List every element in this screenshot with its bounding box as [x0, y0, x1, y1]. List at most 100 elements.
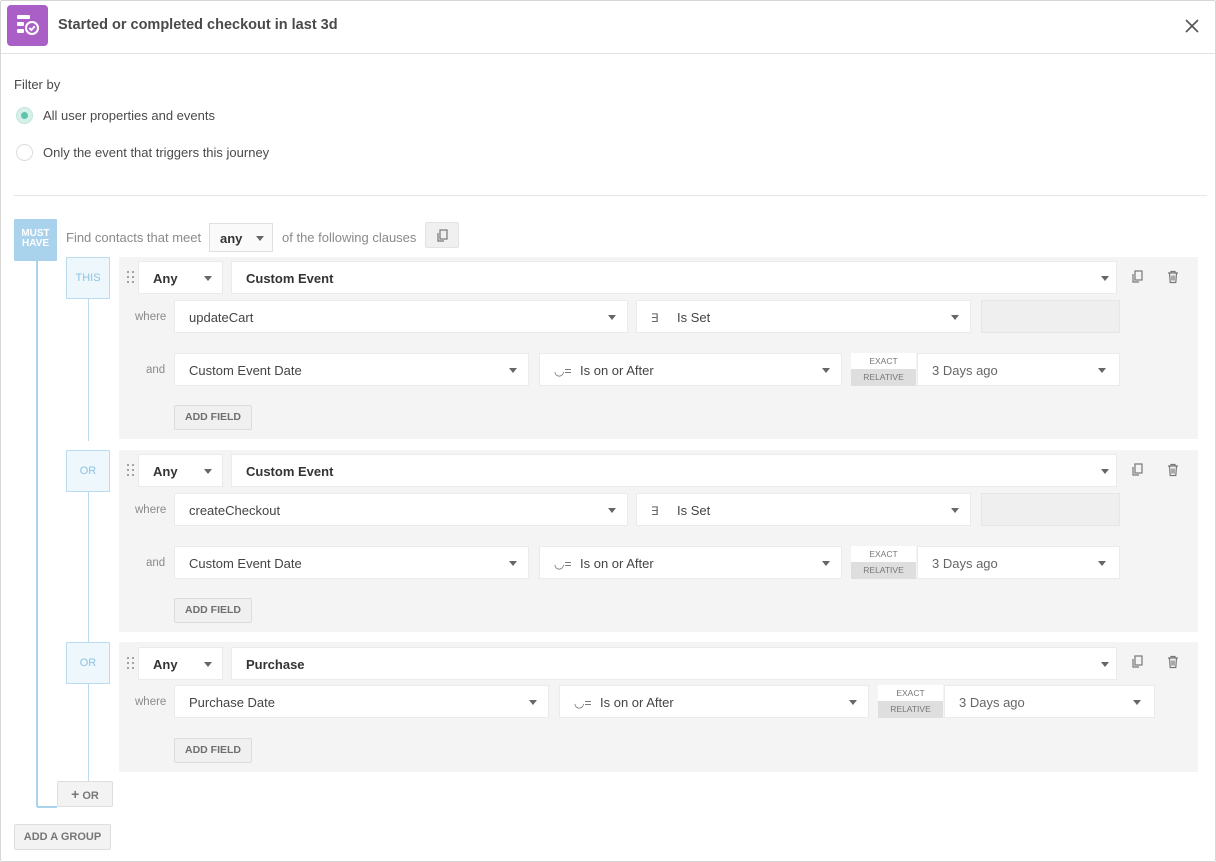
event-type-select[interactable]: Custom Event — [231, 454, 1117, 487]
modal-title: Started or completed checkout in last 3d — [58, 17, 338, 33]
select-value: Any — [153, 657, 178, 672]
relative-date-select[interactable]: 3 Days ago — [917, 353, 1120, 386]
radio-unselected[interactable] — [16, 144, 33, 161]
select-value: Purchase Date — [189, 695, 275, 710]
event-type-select[interactable]: Custom Event — [231, 261, 1117, 294]
group-connector-line — [36, 261, 38, 807]
where-operator-select[interactable]: ∃ Is Set — [636, 300, 971, 333]
add-field-button[interactable]: ADD FIELD — [174, 598, 252, 623]
caret-down-icon — [509, 368, 517, 373]
copy-icon[interactable] — [1129, 462, 1145, 478]
toggle-relative[interactable]: RELATIVE — [878, 701, 943, 718]
select-value: Any — [153, 271, 178, 286]
badge-text: HAVE — [21, 238, 50, 249]
add-group-button[interactable]: ADD A GROUP — [14, 824, 111, 850]
relative-date-select[interactable]: 3 Days ago — [917, 546, 1120, 579]
toggle-relative[interactable]: RELATIVE — [851, 562, 916, 579]
where-operator-select[interactable]: ∃ Is Set — [636, 493, 971, 526]
exists-operator-icon: ∃ — [651, 311, 659, 325]
caret-down-icon — [1098, 561, 1106, 566]
select-value: Custom Event — [246, 464, 334, 479]
quantifier-select[interactable]: Any — [138, 261, 223, 294]
toggle-relative[interactable]: RELATIVE — [851, 369, 916, 386]
clause-card-3: Any Purchase where Purchase Date ◡= Is on… — [119, 642, 1198, 772]
caret-down-icon — [1133, 700, 1141, 705]
toggle-exact[interactable]: EXACT — [851, 546, 916, 562]
select-value: createCheckout — [189, 503, 281, 518]
add-field-button[interactable]: ADD FIELD — [174, 738, 252, 763]
caret-down-icon — [822, 368, 830, 373]
exact-relative-toggle[interactable]: EXACT RELATIVE — [878, 685, 943, 718]
caret-down-icon — [608, 315, 616, 320]
exact-relative-toggle[interactable]: EXACT RELATIVE — [851, 353, 916, 386]
select-value: Custom Event Date — [189, 363, 302, 378]
trash-icon[interactable] — [1165, 654, 1181, 670]
copy-icon[interactable] — [1129, 654, 1145, 670]
radio-trigger-event-only[interactable]: Only the event that triggers this journe… — [16, 144, 269, 161]
and-field-select[interactable]: Custom Event Date — [174, 546, 529, 579]
where-operator-select[interactable]: ◡= Is on or After — [559, 685, 869, 718]
where-field-select[interactable]: updateCart — [174, 300, 628, 333]
close-icon[interactable] — [1181, 15, 1203, 37]
date-operator-icon: ◡= — [574, 696, 592, 710]
toggle-exact[interactable]: EXACT — [878, 685, 943, 701]
radio-selected[interactable] — [16, 107, 33, 124]
caret-down-icon — [204, 662, 212, 667]
toggle-exact[interactable]: EXACT — [851, 353, 916, 369]
following-clauses-label: of the following clauses — [282, 230, 417, 245]
and-field-select[interactable]: Custom Event Date — [174, 353, 529, 386]
exact-relative-toggle[interactable]: EXACT RELATIVE — [851, 546, 916, 579]
date-operator-icon: ◡= — [554, 364, 572, 378]
caret-down-icon — [204, 469, 212, 474]
select-value: Is Set — [677, 310, 711, 325]
where-label: where — [135, 696, 167, 708]
select-value: 3 Days ago — [932, 363, 998, 378]
clause-tag-this: THIS — [66, 257, 110, 299]
caret-down-icon — [1101, 662, 1109, 667]
date-operator-icon: ◡= — [554, 557, 572, 571]
where-field-select[interactable]: Purchase Date — [174, 685, 549, 718]
trash-icon[interactable] — [1165, 269, 1181, 285]
caret-down-icon — [951, 508, 959, 513]
radio-label: All user properties and events — [43, 108, 215, 123]
add-field-button[interactable]: ADD FIELD — [174, 405, 252, 430]
where-field-select[interactable]: createCheckout — [174, 493, 628, 526]
clause-connector-line — [88, 684, 89, 781]
drag-handle-icon[interactable] — [127, 657, 135, 669]
must-have-badge: MUST HAVE — [14, 219, 57, 261]
select-value: Is on or After — [580, 363, 654, 378]
clause-tag-or: OR — [66, 642, 110, 684]
drag-handle-icon[interactable] — [127, 271, 135, 283]
caret-down-icon — [951, 315, 959, 320]
filter-by-label: Filter by — [14, 77, 61, 92]
select-value: Purchase — [246, 657, 305, 672]
copy-icon[interactable] — [1129, 269, 1145, 285]
trash-icon[interactable] — [1165, 462, 1181, 478]
caret-down-icon — [1101, 276, 1109, 281]
radio-all-properties[interactable]: All user properties and events — [16, 107, 215, 124]
event-type-select[interactable]: Purchase — [231, 647, 1117, 680]
clause-connector-line — [88, 299, 89, 441]
copy-icon[interactable] — [425, 222, 459, 248]
where-value-input — [981, 493, 1120, 526]
match-any-select[interactable]: any — [209, 223, 273, 252]
filter-modal: Started or completed checkout in last 3d… — [0, 0, 1216, 862]
group-connector-line — [37, 806, 57, 808]
select-value: Is on or After — [580, 556, 654, 571]
clause-card-1: Any Custom Event where updateCart ∃ Is Se… — [119, 257, 1198, 439]
select-value: 3 Days ago — [932, 556, 998, 571]
quantifier-select[interactable]: Any — [138, 647, 223, 680]
where-label: where — [135, 311, 167, 323]
exists-operator-icon: ∃ — [651, 504, 659, 518]
modal-header: Started or completed checkout in last 3d — [1, 1, 1215, 54]
relative-date-select[interactable]: 3 Days ago — [944, 685, 1155, 718]
add-or-clause-button[interactable]: + OR — [57, 781, 113, 807]
where-value-input — [981, 300, 1120, 333]
and-operator-select[interactable]: ◡= Is on or After — [539, 353, 842, 386]
and-operator-select[interactable]: ◡= Is on or After — [539, 546, 842, 579]
caret-down-icon — [1098, 368, 1106, 373]
quantifier-select[interactable]: Any — [138, 454, 223, 487]
clause-connector-line — [88, 492, 89, 642]
drag-handle-icon[interactable] — [127, 464, 135, 476]
clause-card-2: Any Custom Event where createCheckout ∃ I… — [119, 450, 1198, 632]
